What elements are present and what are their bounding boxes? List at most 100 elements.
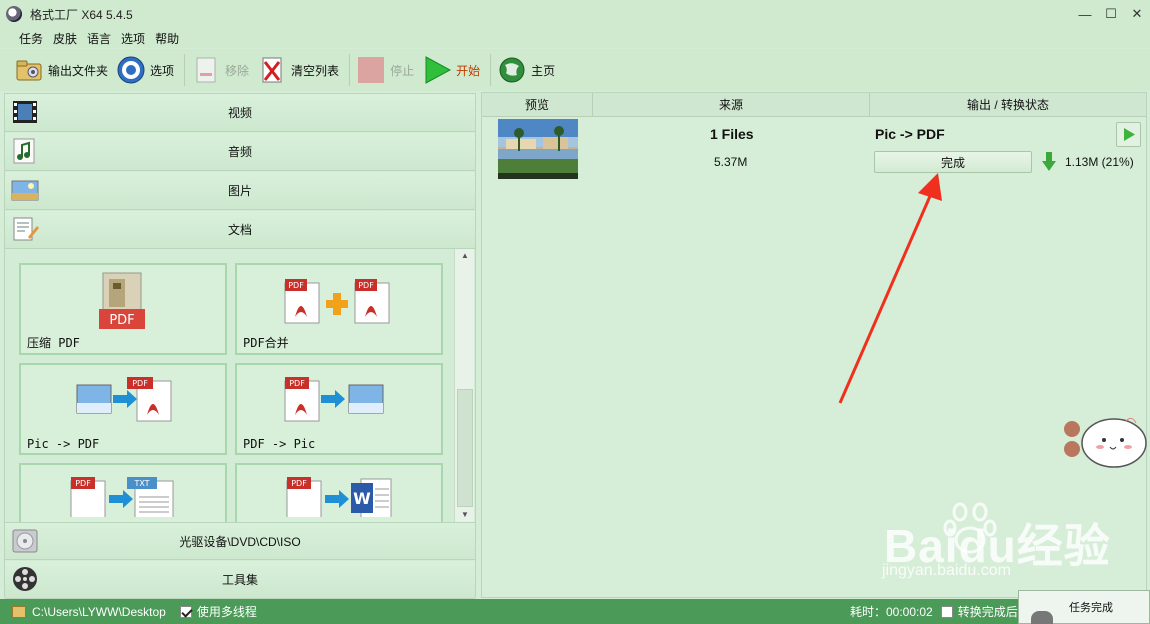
play-icon xyxy=(422,55,452,85)
annotation-arrow-icon xyxy=(834,167,946,410)
globe-icon xyxy=(497,55,527,85)
film-icon xyxy=(11,98,39,126)
tool-label: PDF合并 xyxy=(243,336,289,350)
play-icon xyxy=(1124,128,1135,141)
window-controls: — ☐ ✕ xyxy=(1072,0,1150,28)
toolbar-divider xyxy=(349,54,351,86)
multithread-label: 使用多线程 xyxy=(196,605,257,619)
menu-task[interactable]: 任务 xyxy=(19,30,43,47)
task-row[interactable]: 1 Files 5.37M Pic -> PDF 完成 1.13M (21%) xyxy=(482,117,1146,183)
elapsed-time: 耗时：00:00:02 xyxy=(850,605,933,619)
category-audio-label: 音频 xyxy=(227,145,252,159)
document-edit-icon xyxy=(11,215,39,243)
category-optical[interactable]: 光驱设备\DVD\CD\ISO xyxy=(5,522,475,560)
source-size: 5.37M xyxy=(714,155,748,169)
remove-button[interactable]: 移除 xyxy=(191,52,249,88)
multithread-checkbox[interactable] xyxy=(179,605,192,618)
after-complete-checkbox[interactable] xyxy=(940,605,953,618)
category-tools-label: 工具集 xyxy=(221,573,258,587)
menu-help[interactable]: 帮助 xyxy=(155,30,179,47)
category-tools[interactable]: 工具集 xyxy=(5,561,475,599)
word-badge-text: W xyxy=(353,489,371,508)
output-folder-button[interactable]: 输出文件夹 xyxy=(14,52,108,88)
category-video[interactable]: 视频 xyxy=(5,94,475,132)
landscape-icon xyxy=(11,176,39,204)
pdf-badge-text: PDF xyxy=(75,479,91,488)
category-video-label: 视频 xyxy=(227,106,252,120)
options-label: 选项 xyxy=(150,63,175,78)
pdf-to-txt-icon: PDF TXT xyxy=(69,467,179,522)
category-audio[interactable]: 音频 xyxy=(5,133,475,171)
tool-label: Pic -> PDF xyxy=(27,437,100,451)
status-right: 耗时：00:00:02 转换完成后：关 xyxy=(850,599,1042,624)
document-tool-grid: PDF 压缩 PDF PDF PDF PDF合并 PDF Pic -> PDF P… xyxy=(5,249,475,523)
close-button[interactable]: ✕ xyxy=(1124,0,1150,28)
tool-pdf-to-pic[interactable]: PDF PDF -> Pic xyxy=(235,363,443,455)
output-result: 1.13M (21%) xyxy=(1065,155,1134,169)
options-button[interactable]: 选项 xyxy=(116,52,174,88)
home-button[interactable]: 主页 xyxy=(497,52,555,88)
source-files-count: 1 Files xyxy=(710,126,754,142)
category-optical-label: 光驱设备\DVD\CD\ISO xyxy=(179,534,301,549)
home-label: 主页 xyxy=(531,63,556,78)
menu-language[interactable]: 语言 xyxy=(87,30,111,47)
compress-pdf-icon: PDF xyxy=(97,271,147,334)
scroll-thumb[interactable] xyxy=(457,389,473,507)
tool-compress-pdf[interactable]: PDF 压缩 PDF xyxy=(19,263,227,355)
tool-grid-scrollbar[interactable]: ▲ ▼ xyxy=(454,249,474,522)
window-title: 格式工厂 X64 5.4.5 xyxy=(30,7,133,22)
folder-icon xyxy=(14,55,44,85)
music-note-icon xyxy=(11,137,39,165)
stop-label: 停止 xyxy=(390,63,415,78)
arrow-down-icon xyxy=(1042,152,1056,172)
task-list-panel: 预览 来源 输出 / 转换状态 1 Files 5.37M Pic -> PDF… xyxy=(481,92,1147,598)
disc-drive-icon xyxy=(11,527,39,555)
category-document-label: 文档 xyxy=(227,223,252,237)
remove-label: 移除 xyxy=(225,63,250,78)
txt-badge-text: TXT xyxy=(133,479,149,488)
gear-icon xyxy=(116,55,146,85)
pdf-to-word-icon: PDF W xyxy=(285,467,395,522)
category-document[interactable]: 文档 xyxy=(5,211,475,249)
minimize-button[interactable]: — xyxy=(1072,0,1098,28)
category-panel: 视频 音频 图片 文档 PDF 压缩 PDF PDF PDF PDF合并 PDF… xyxy=(4,93,476,599)
column-status[interactable]: 输出 / 转换状态 xyxy=(870,93,1146,117)
app-logo-icon xyxy=(1031,611,1053,624)
output-folder-label: 输出文件夹 xyxy=(48,63,109,78)
maximize-button[interactable]: ☐ xyxy=(1098,0,1124,28)
play-output-button[interactable] xyxy=(1116,122,1141,147)
clear-list-button[interactable]: 清空列表 xyxy=(257,52,339,88)
tool-pic-to-pdf[interactable]: PDF Pic -> PDF xyxy=(19,363,227,455)
preview-thumbnail xyxy=(498,119,578,179)
menu-skin[interactable]: 皮肤 xyxy=(53,30,77,47)
app-logo-icon xyxy=(6,6,22,22)
stop-button[interactable]: 停止 xyxy=(356,52,414,88)
remove-icon xyxy=(191,55,221,85)
menu-bar: 任务 皮肤 语言 选项 帮助 xyxy=(0,28,1150,48)
task-complete-toast[interactable]: 任务完成 xyxy=(1018,590,1150,624)
pdf-badge-text: PDF xyxy=(291,479,307,488)
folder-icon[interactable] xyxy=(12,605,26,618)
title-bar: 格式工厂 X64 5.4.5 — ☐ ✕ xyxy=(0,0,1150,28)
tool-pdf-to-word[interactable]: PDF W xyxy=(235,463,443,523)
start-button[interactable]: 开始 xyxy=(422,52,480,88)
menu-options[interactable]: 选项 xyxy=(121,30,145,47)
toast-message: 任务完成 xyxy=(1069,602,1113,614)
conversion-type: Pic -> PDF xyxy=(875,126,945,142)
pdf-badge-text: PDF xyxy=(358,281,374,290)
film-reel-icon xyxy=(11,565,39,593)
tool-pdf-to-txt[interactable]: PDF TXT xyxy=(19,463,227,523)
category-image[interactable]: 图片 xyxy=(5,172,475,210)
column-preview[interactable]: 预览 xyxy=(482,93,593,117)
column-source[interactable]: 来源 xyxy=(593,93,870,117)
scroll-up-icon[interactable]: ▲ xyxy=(455,249,475,263)
pdf-badge-text: PDF xyxy=(109,313,134,328)
clear-list-icon xyxy=(257,55,287,85)
scroll-down-icon[interactable]: ▼ xyxy=(455,508,475,522)
stop-icon xyxy=(356,55,386,85)
clear-list-label: 清空列表 xyxy=(291,63,340,78)
pdf-badge-text: PDF xyxy=(132,379,148,388)
tool-merge-pdf[interactable]: PDF PDF PDF合并 xyxy=(235,263,443,355)
output-path[interactable]: C:\Users\LYWW\Desktop xyxy=(32,605,166,619)
toolbar: 输出文件夹 选项 移除 清空列表 停止 开始 主页 xyxy=(0,49,1150,91)
